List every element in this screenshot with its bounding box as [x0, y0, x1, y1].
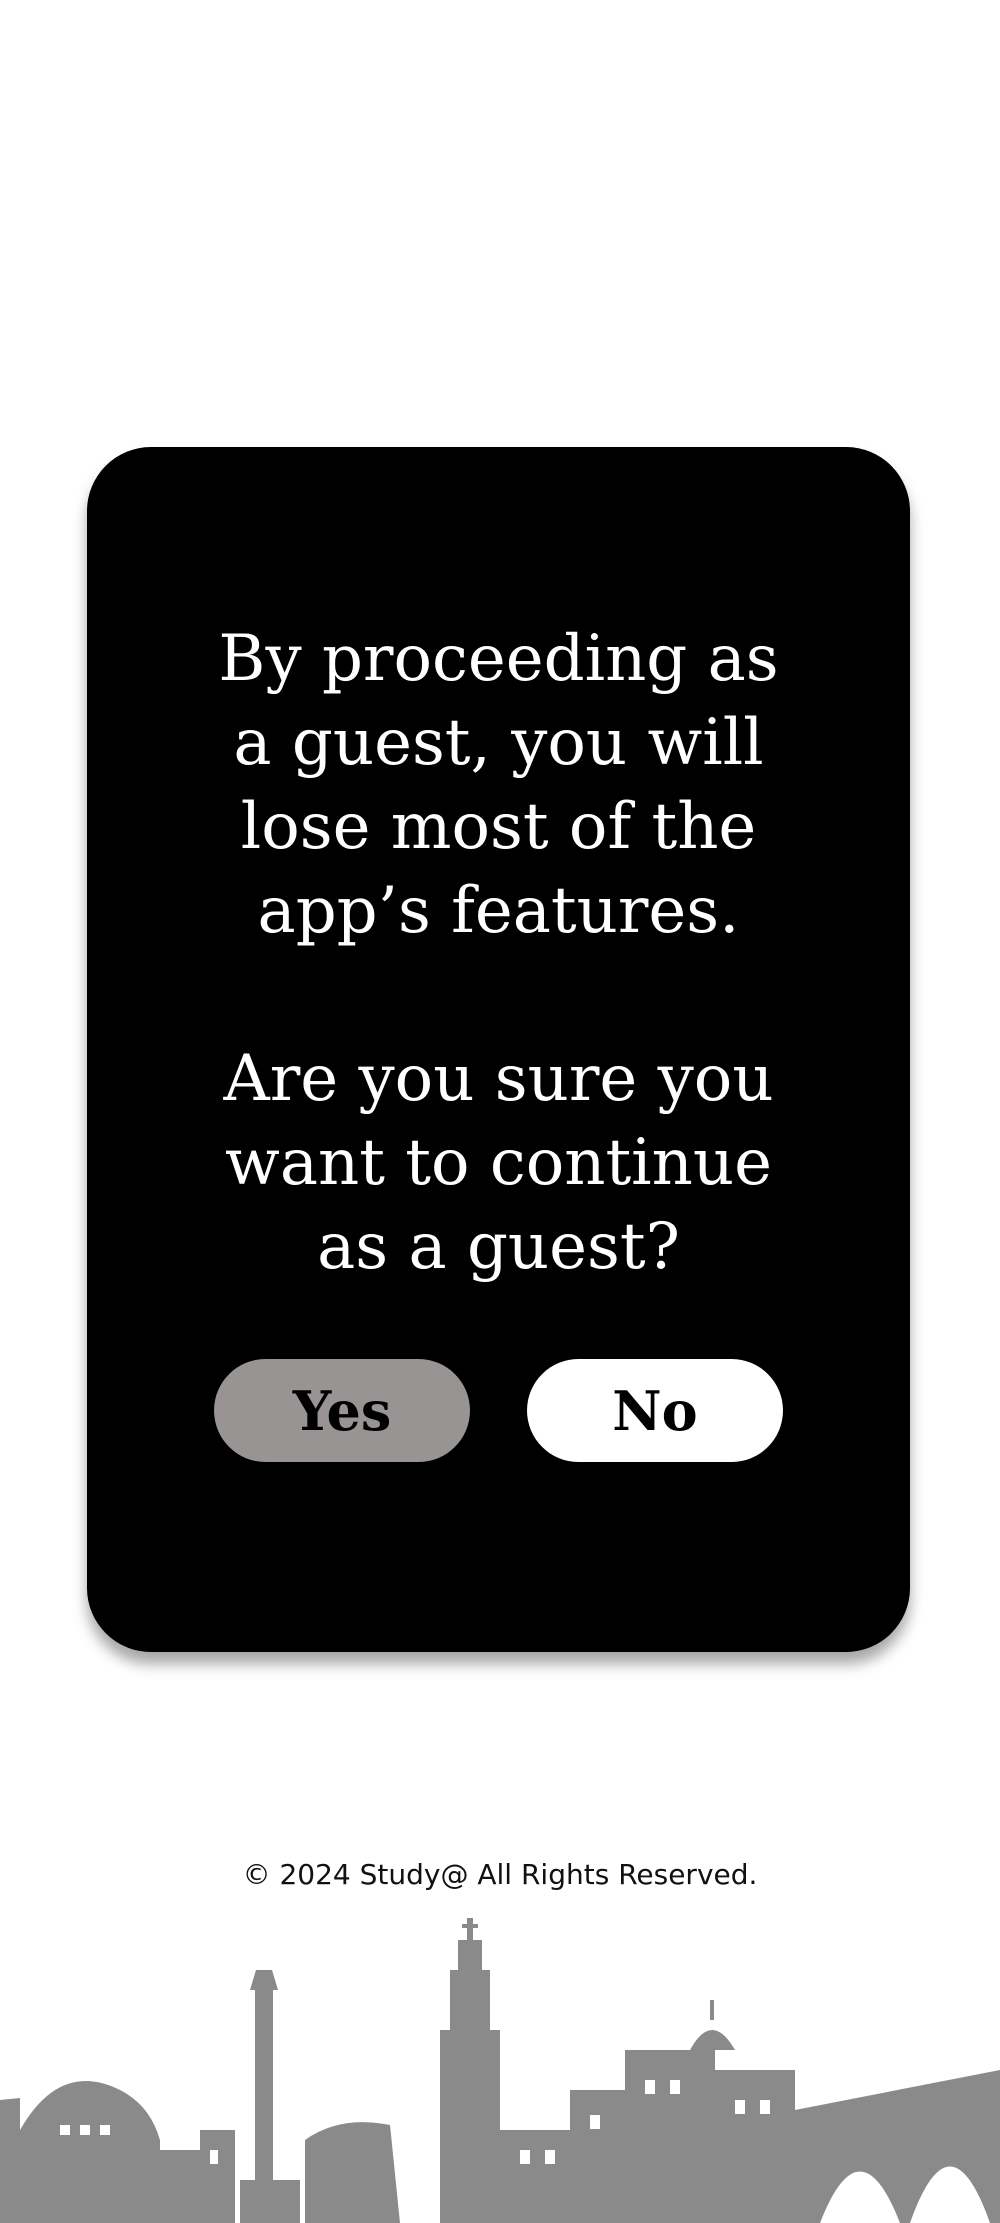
guest-confirm-dialog: By proceeding as a guest, you will lose … [87, 447, 910, 1652]
confirm-question: Are you sure you want to continue as a g… [223, 1042, 774, 1284]
city-skyline-illustration [0, 1918, 1000, 2223]
dialog-message: By proceeding as a guest, you will lose … [87, 617, 910, 1289]
no-button[interactable]: No [527, 1359, 783, 1462]
copyright-footer: © 2024 Study@ All Rights Reserved. [242, 1858, 758, 1891]
warning-text: By proceeding as a guest, you will lose … [218, 622, 779, 948]
yes-button[interactable]: Yes [214, 1359, 470, 1462]
